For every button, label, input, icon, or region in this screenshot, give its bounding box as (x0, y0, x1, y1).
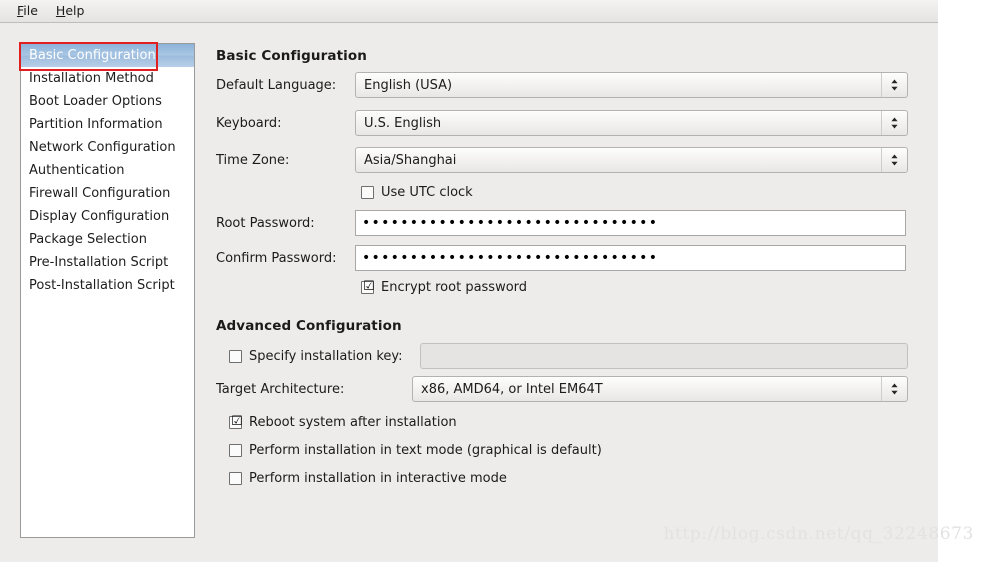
menu-bar: File Help (0, 0, 938, 23)
menu-item-file[interactable]: File (8, 2, 47, 20)
sidebar-item-label: Post-Installation Script (29, 278, 175, 293)
spinner-chevrons-icon[interactable] (881, 73, 907, 97)
keyboard-value: U.S. English (364, 115, 442, 131)
target-architecture-combobox[interactable]: x86, AMD64, or Intel EM64T (412, 376, 908, 402)
basic-configuration-heading: Basic Configuration (216, 48, 367, 64)
sidebar-item-label: Installation Method (29, 71, 154, 86)
menu-item-file-rest: ile (23, 3, 38, 18)
spinner-chevrons-icon[interactable] (881, 111, 907, 135)
spinner-chevrons-icon[interactable] (881, 148, 907, 172)
text-mode-installation-label: Perform installation in text mode (graph… (249, 442, 602, 458)
application-window: File Help Basic Configuration Installati… (0, 0, 938, 562)
time-zone-value: Asia/Shanghai (364, 152, 457, 168)
default-language-row: Default Language: English (USA) (216, 72, 910, 98)
use-utc-clock-label: Use UTC clock (381, 184, 473, 200)
checkbox-tick-icon: ☑ (363, 278, 375, 294)
interactive-mode-installation-label: Perform installation in interactive mode (249, 470, 507, 486)
sidebar-item-post-installation-script[interactable]: Post-Installation Script (21, 274, 194, 297)
sidebar-item-label: Authentication (29, 163, 125, 178)
sidebar-item-label: Basic Configuration (29, 48, 156, 63)
default-language-combobox[interactable]: English (USA) (355, 72, 908, 98)
text-mode-installation-checkbox-row[interactable]: Perform installation in text mode (graph… (229, 441, 602, 459)
spinner-chevrons-icon[interactable] (881, 377, 907, 401)
menu-item-help[interactable]: Help (47, 2, 94, 20)
target-architecture-value: x86, AMD64, or Intel EM64T (421, 381, 603, 397)
sidebar-item-display-configuration[interactable]: Display Configuration (21, 205, 194, 228)
sidebar-item-package-selection[interactable]: Package Selection (21, 228, 194, 251)
target-architecture-row: Target Architecture: x86, AMD64, or Inte… (216, 376, 910, 402)
time-zone-combobox[interactable]: Asia/Shanghai (355, 147, 908, 173)
encrypt-root-password-checkbox-row[interactable]: ☑ Encrypt root password (361, 278, 527, 296)
keyboard-label: Keyboard: (216, 115, 282, 131)
confirm-password-input[interactable]: ••••••••••••••••••••••••••••••• (355, 245, 906, 271)
checkbox-tick-icon: ☑ (231, 413, 243, 429)
navigation-list[interactable]: Basic Configuration Installation Method … (20, 43, 195, 538)
default-language-value: English (USA) (364, 77, 453, 93)
sidebar-item-label: Display Configuration (29, 209, 170, 224)
text-mode-installation-checkbox[interactable] (229, 443, 242, 457)
reboot-after-installation-checkbox[interactable]: ☑ (229, 413, 243, 429)
specify-installation-key-checkbox-row[interactable]: Specify installation key: (229, 347, 403, 365)
use-utc-clock-checkbox[interactable] (361, 185, 374, 199)
menu-item-help-rest: elp (65, 3, 85, 18)
interactive-mode-installation-checkbox[interactable] (229, 471, 242, 485)
main-content-panel: Basic Configuration Default Language: En… (216, 40, 916, 540)
interactive-mode-installation-checkbox-row[interactable]: Perform installation in interactive mode (229, 469, 507, 487)
sidebar-item-label: Network Configuration (29, 140, 176, 155)
time-zone-label: Time Zone: (216, 152, 290, 168)
sidebar-item-pre-installation-script[interactable]: Pre-Installation Script (21, 251, 194, 274)
sidebar-item-label: Pre-Installation Script (29, 255, 169, 270)
sidebar-item-installation-method[interactable]: Installation Method (21, 67, 194, 90)
installation-key-input[interactable] (420, 343, 908, 369)
encrypt-root-password-label: Encrypt root password (381, 279, 528, 295)
keyboard-combobox[interactable]: U.S. English (355, 110, 908, 136)
specify-installation-key-label: Specify installation key: (249, 348, 403, 364)
confirm-password-label: Confirm Password: (216, 250, 337, 266)
sidebar-item-network-configuration[interactable]: Network Configuration (21, 136, 194, 159)
keyboard-row: Keyboard: U.S. English (216, 110, 910, 136)
sidebar-item-label: Firewall Configuration (29, 186, 171, 201)
sidebar-item-label: Boot Loader Options (29, 94, 162, 109)
sidebar-item-authentication[interactable]: Authentication (21, 159, 194, 182)
reboot-after-installation-checkbox-row[interactable]: ☑ Reboot system after installation (229, 413, 457, 431)
use-utc-clock-checkbox-row[interactable]: Use UTC clock (361, 183, 473, 201)
sidebar-item-label: Partition Information (29, 117, 163, 132)
sidebar-item-boot-loader-options[interactable]: Boot Loader Options (21, 90, 194, 113)
sidebar-item-label: Package Selection (29, 232, 147, 247)
sidebar-item-firewall-configuration[interactable]: Firewall Configuration (21, 182, 194, 205)
confirm-password-row: Confirm Password: ••••••••••••••••••••••… (216, 245, 910, 271)
target-architecture-label: Target Architecture: (216, 381, 345, 397)
root-password-input[interactable]: ••••••••••••••••••••••••••••••• (355, 210, 906, 236)
default-language-label: Default Language: (216, 77, 337, 93)
encrypt-root-password-checkbox[interactable]: ☑ (361, 278, 375, 294)
sidebar-item-basic-configuration[interactable]: Basic Configuration (21, 44, 194, 67)
root-password-row: Root Password: •••••••••••••••••••••••••… (216, 210, 910, 236)
advanced-configuration-heading: Advanced Configuration (216, 318, 402, 334)
reboot-after-installation-label: Reboot system after installation (249, 414, 457, 430)
time-zone-row: Time Zone: Asia/Shanghai (216, 147, 910, 173)
menu-item-help-mnemonic: H (55, 3, 66, 18)
watermark-text: http://blog.csdn.net/qq_32248673 (663, 524, 974, 544)
sidebar-item-partition-information[interactable]: Partition Information (21, 113, 194, 136)
root-password-label: Root Password: (216, 215, 315, 231)
specify-installation-key-checkbox[interactable] (229, 349, 242, 363)
